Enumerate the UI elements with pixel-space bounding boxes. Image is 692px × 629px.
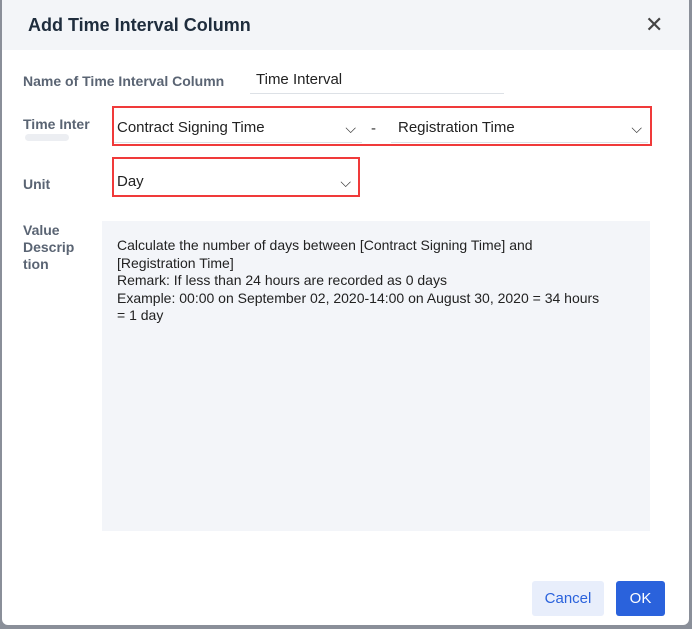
time-interval-label: Time Inter <box>23 116 90 132</box>
name-input[interactable]: Time Interval <box>250 67 504 94</box>
name-label: Name of Time Interval Column <box>23 73 225 89</box>
highlight-box <box>112 157 360 197</box>
close-icon[interactable]: ✕ <box>645 12 663 38</box>
dialog-title: Add Time Interval Column <box>28 15 251 35</box>
dialog-header: Add Time Interval Column ✕ <box>2 0 689 50</box>
desc-line: Example: 00:00 on September 02, 2020-14:… <box>117 289 600 306</box>
unit-label: Unit <box>23 176 51 192</box>
description-label: Value Descrip tion <box>23 222 75 272</box>
desc-line: = 1 day <box>117 307 164 323</box>
label-placeholder-bar <box>25 134 69 141</box>
cancel-button[interactable]: Cancel <box>532 581 604 616</box>
desc-line: [Registration Time] <box>117 254 234 271</box>
ok-button[interactable]: OK <box>616 581 665 616</box>
add-time-interval-dialog: Add Time Interval Column ✕ Name of Time … <box>2 0 689 625</box>
desc-line: Remark: If less than 24 hours are record… <box>117 272 447 288</box>
description-box: Calculate the number of days between [Co… <box>102 221 650 531</box>
highlight-box <box>112 106 652 146</box>
desc-line: Calculate the number of days between [Co… <box>117 237 533 253</box>
